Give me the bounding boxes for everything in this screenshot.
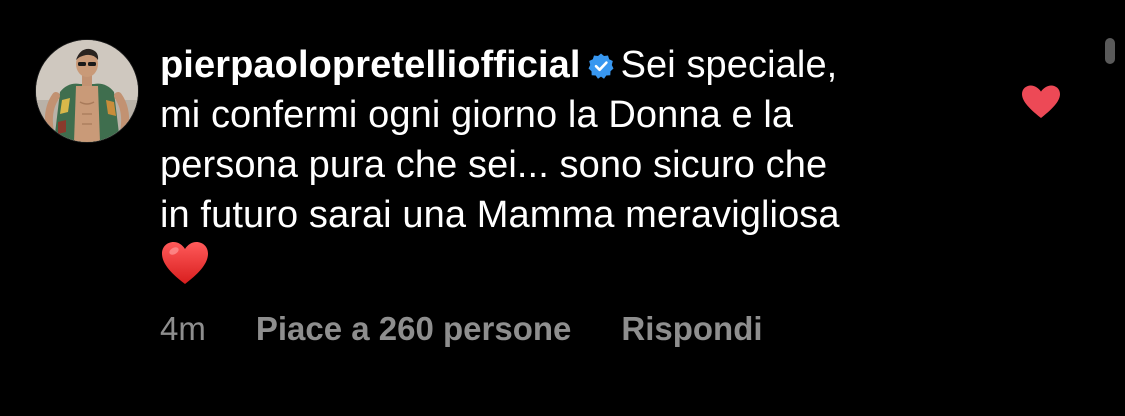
comment-text-line-1: Sei speciale, bbox=[620, 44, 838, 86]
heart-icon bbox=[1022, 85, 1060, 118]
scroll-indicator[interactable] bbox=[1105, 38, 1115, 64]
comment-text-line-3: persona pura che sei... sono sicuro che bbox=[160, 144, 828, 186]
comment-meta: 4m Piace a 260 persone Rispondi bbox=[160, 308, 763, 350]
comment-timestamp: 4m bbox=[160, 310, 206, 347]
profile-avatar[interactable] bbox=[36, 40, 138, 142]
comment-text-line-4: in futuro sarai una Mamma meravigliosa bbox=[160, 194, 840, 236]
comment-username[interactable]: pierpaolopretelliofficial bbox=[160, 44, 581, 86]
heart-emoji bbox=[160, 240, 210, 286]
reply-button[interactable]: Rispondi bbox=[621, 308, 762, 350]
avatar-image bbox=[36, 40, 138, 142]
comment-body: pierpaolopretelliofficial Sei speciale, … bbox=[160, 40, 1000, 291]
comment-text-line-2: mi confermi ogni giorno la Donna e la bbox=[160, 94, 794, 136]
like-button[interactable] bbox=[1020, 84, 1062, 120]
likes-count-link[interactable]: Piace a 260 persone bbox=[256, 308, 572, 350]
verified-badge-icon bbox=[587, 52, 615, 80]
